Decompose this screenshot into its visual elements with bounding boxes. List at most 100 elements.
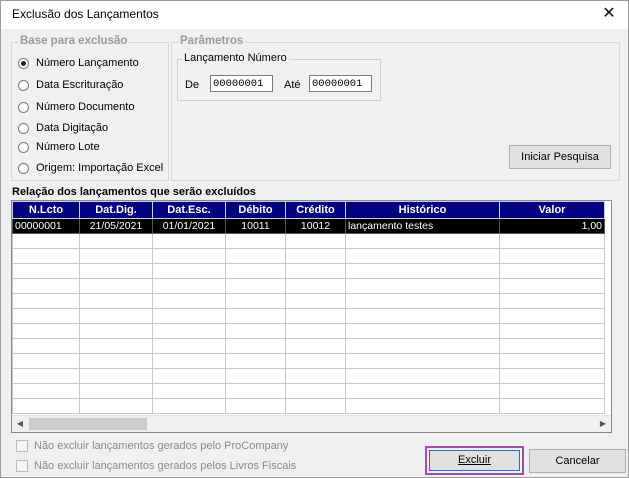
scroll-right-icon[interactable]: ▶ (598, 418, 608, 430)
column-header[interactable]: N.Lcto (12, 201, 80, 219)
empty-cell (79, 308, 153, 324)
column-header[interactable]: Valor (499, 201, 605, 219)
table-header-row: N.Lcto Dat.Dig. Dat.Esc. Débito Crédito … (12, 201, 605, 219)
radio-origem-importacao[interactable]: Origem: Importação Excel (18, 160, 163, 176)
empty-cell (152, 383, 226, 399)
empty-cell (12, 383, 80, 399)
empty-cell (79, 263, 153, 279)
base-exclusao-group: Base para exclusão Número Lançamento Dat… (11, 35, 169, 181)
column-header[interactable]: Histórico (345, 201, 500, 219)
empty-cell (499, 278, 605, 294)
empty-cell (225, 263, 286, 279)
empty-cell (499, 293, 605, 309)
radio-icon[interactable] (18, 141, 29, 153)
cancelar-button[interactable]: Cancelar (529, 449, 626, 473)
empty-cell (499, 383, 605, 399)
empty-cell (285, 383, 346, 399)
horizontal-scrollbar[interactable]: ◀ ▶ (12, 415, 611, 432)
scroll-thumb[interactable] (29, 418, 147, 430)
empty-cell (152, 338, 226, 354)
ate-input[interactable]: 00000001 (309, 75, 372, 92)
cell-dat-esc: 01/01/2021 (152, 218, 226, 234)
close-icon[interactable]: ✕ (598, 4, 620, 24)
lancamentos-table: N.Lcto Dat.Dig. Dat.Esc. Débito Crédito … (12, 201, 605, 414)
parametros-group: Parâmetros Lançamento Número De 00000001… (171, 35, 620, 181)
empty-cell (12, 263, 80, 279)
radio-data-digitacao[interactable]: Data Digitação (18, 120, 108, 136)
cell-debito: 10011 (225, 218, 286, 234)
checkbox-procompany[interactable]: Não excluir lançamentos gerados pelo Pro… (16, 440, 288, 452)
checkbox-icon[interactable] (16, 440, 28, 452)
dialog-window: Exclusão dos Lançamentos ✕ Base para exc… (0, 0, 629, 478)
empty-table-row[interactable] (12, 233, 605, 249)
radio-numero-lote[interactable]: Número Lote (18, 139, 100, 155)
empty-cell (225, 398, 286, 414)
empty-table-row[interactable] (12, 323, 605, 339)
empty-cell (499, 353, 605, 369)
empty-cell (12, 293, 80, 309)
empty-table-row[interactable] (12, 398, 605, 414)
empty-cell (345, 398, 500, 414)
empty-cell (152, 353, 226, 369)
empty-table-row[interactable] (12, 278, 605, 294)
lancamento-numero-label: Lançamento Número (182, 52, 289, 64)
checkbox-icon[interactable] (16, 460, 28, 472)
checkbox-label: Não excluir lançamentos gerados pelos Li… (34, 460, 297, 472)
de-input[interactable]: 00000001 (210, 75, 273, 92)
column-header[interactable]: Dat.Dig. (79, 201, 153, 219)
column-header[interactable]: Débito (225, 201, 286, 219)
excluir-button[interactable]: Excluir (429, 450, 520, 471)
radio-data-escrituracao[interactable]: Data Escrituração (18, 77, 123, 93)
radio-numero-documento[interactable]: Número Documento (18, 99, 134, 115)
empty-cell (79, 278, 153, 294)
table-row[interactable]: 00000001 21/05/2021 01/01/2021 10011 100… (12, 218, 605, 234)
radio-icon[interactable] (18, 122, 29, 134)
empty-cell (345, 263, 500, 279)
empty-table-row[interactable] (12, 368, 605, 384)
empty-table-row[interactable] (12, 248, 605, 264)
empty-cell (152, 293, 226, 309)
checkbox-livros-fiscais[interactable]: Não excluir lançamentos gerados pelos Li… (16, 460, 296, 472)
radio-label: Número Documento (36, 101, 135, 113)
empty-cell (152, 398, 226, 414)
iniciar-pesquisa-button[interactable]: Iniciar Pesquisa (509, 145, 611, 169)
empty-cell (79, 293, 153, 309)
empty-cell (12, 323, 80, 339)
column-header[interactable]: Dat.Esc. (152, 201, 226, 219)
empty-cell (12, 338, 80, 354)
radio-label: Data Digitação (36, 122, 109, 134)
empty-cell (225, 368, 286, 384)
empty-cell (499, 323, 605, 339)
column-header[interactable]: Crédito (285, 201, 346, 219)
empty-table-row[interactable] (12, 308, 605, 324)
empty-table-row[interactable] (12, 263, 605, 279)
radio-checked-icon[interactable] (18, 57, 29, 69)
empty-cell (345, 353, 500, 369)
empty-cell (12, 233, 80, 249)
radio-icon[interactable] (18, 101, 29, 113)
radio-icon[interactable] (18, 162, 29, 174)
empty-cell (285, 278, 346, 294)
list-title: Relação dos lançamentos que serão excluí… (12, 186, 256, 198)
empty-table-row[interactable] (12, 293, 605, 309)
empty-cell (79, 353, 153, 369)
scroll-left-icon[interactable]: ◀ (15, 418, 25, 430)
radio-numero-lancamento[interactable]: Número Lançamento (18, 55, 139, 71)
empty-table-row[interactable] (12, 383, 605, 399)
checkbox-label: Não excluir lançamentos gerados pelo Pro… (34, 440, 289, 452)
empty-cell (79, 248, 153, 264)
empty-cell (345, 338, 500, 354)
empty-table-row[interactable] (12, 338, 605, 354)
empty-cell (152, 323, 226, 339)
lancamentos-grid[interactable]: N.Lcto Dat.Dig. Dat.Esc. Débito Crédito … (11, 200, 612, 433)
empty-cell (285, 353, 346, 369)
empty-cell (225, 278, 286, 294)
empty-table-row[interactable] (12, 353, 605, 369)
radio-icon[interactable] (18, 79, 29, 91)
iniciar-pesquisa-label: Iniciar Pesquisa (521, 151, 599, 163)
empty-cell (225, 248, 286, 264)
empty-cell (225, 293, 286, 309)
empty-cell (285, 248, 346, 264)
empty-cell (499, 368, 605, 384)
empty-cell (499, 398, 605, 414)
